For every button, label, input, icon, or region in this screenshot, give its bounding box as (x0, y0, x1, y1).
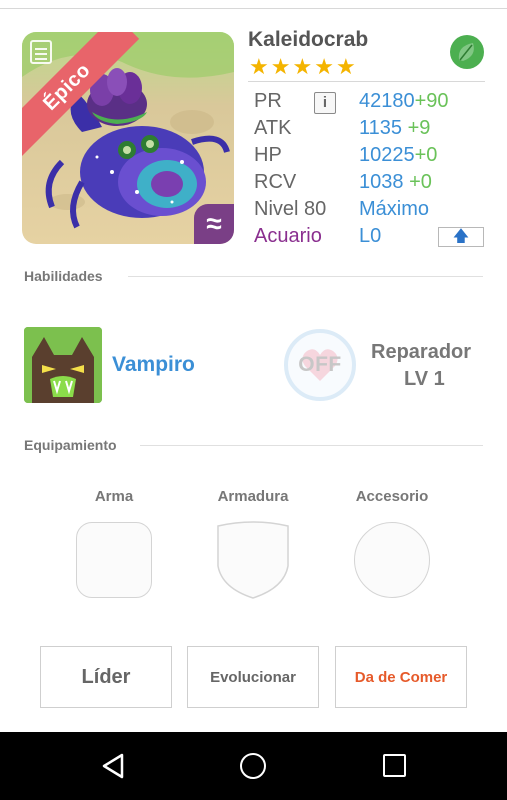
weapon-label: Arma (94, 488, 134, 505)
section-divider (128, 276, 483, 277)
armor-label: Armadura (217, 488, 289, 505)
stat-label: RCV (254, 171, 297, 193)
home-icon[interactable] (240, 753, 266, 779)
section-title-equipment: Equipamiento (24, 437, 117, 453)
stat-value: 1038 +0 (359, 171, 432, 193)
stat-label: HP (254, 144, 282, 166)
water-wave-icon: ≈ (194, 204, 234, 244)
top-divider (0, 8, 507, 9)
star-icon: ★ (314, 54, 334, 79)
section-divider (140, 445, 483, 446)
monster-portrait[interactable]: Épico ≈ (22, 32, 234, 244)
armor-slot[interactable] (216, 520, 290, 600)
recents-icon[interactable] (383, 754, 406, 777)
section-title-skills: Habilidades (24, 268, 103, 284)
leader-skill-level: LV 1 (404, 368, 445, 390)
stat-value: 1135 +9 (359, 117, 431, 139)
leader-button[interactable]: Líder (40, 646, 172, 708)
star-icon: ★ (335, 54, 356, 79)
stat-label: ATK (254, 117, 292, 139)
accessory-slot[interactable] (354, 522, 430, 598)
stat-label: Nivel 80 (254, 198, 327, 220)
toggle-state: OFF (298, 353, 342, 376)
leader-skill-name: Reparador (371, 341, 472, 363)
info-icon[interactable]: i (314, 92, 336, 114)
feed-button[interactable]: Da de Comer (335, 646, 467, 708)
star-icon: ★ (249, 54, 269, 79)
stat-value: 42180+90 (359, 90, 449, 112)
star-icon: ★ (292, 54, 313, 79)
stat-label: Acuario (254, 225, 322, 247)
weapon-slot[interactable] (76, 522, 152, 598)
stat-label: PR (254, 90, 282, 112)
leaf-icon (450, 35, 484, 69)
werewolf-icon (24, 327, 102, 403)
back-icon[interactable] (100, 752, 126, 780)
accessory-label: Accesorio (355, 488, 429, 505)
stat-value: 10225+0 (359, 144, 438, 166)
monster-name: Kaleidocrab (248, 28, 369, 51)
leader-skill-toggle[interactable]: OFF (284, 329, 356, 401)
stat-row-sign: Acuario L0 🡅 (254, 225, 486, 251)
stat-value: Máximo (359, 198, 430, 220)
name-divider (248, 81, 485, 82)
skill-vampire-icon[interactable] (24, 327, 102, 403)
notes-icon[interactable] (30, 40, 52, 64)
star-icon: ★ (270, 54, 291, 79)
upgrade-arrow-button[interactable]: 🡅 (438, 227, 484, 247)
evolve-button[interactable]: Evolucionar (187, 646, 319, 708)
system-nav-bar (0, 732, 507, 800)
skill-name[interactable]: Vampiro (112, 353, 195, 377)
stat-value: L0 (359, 225, 382, 247)
rarity-stars: ★ ★ ★ ★ ★ (249, 55, 356, 79)
